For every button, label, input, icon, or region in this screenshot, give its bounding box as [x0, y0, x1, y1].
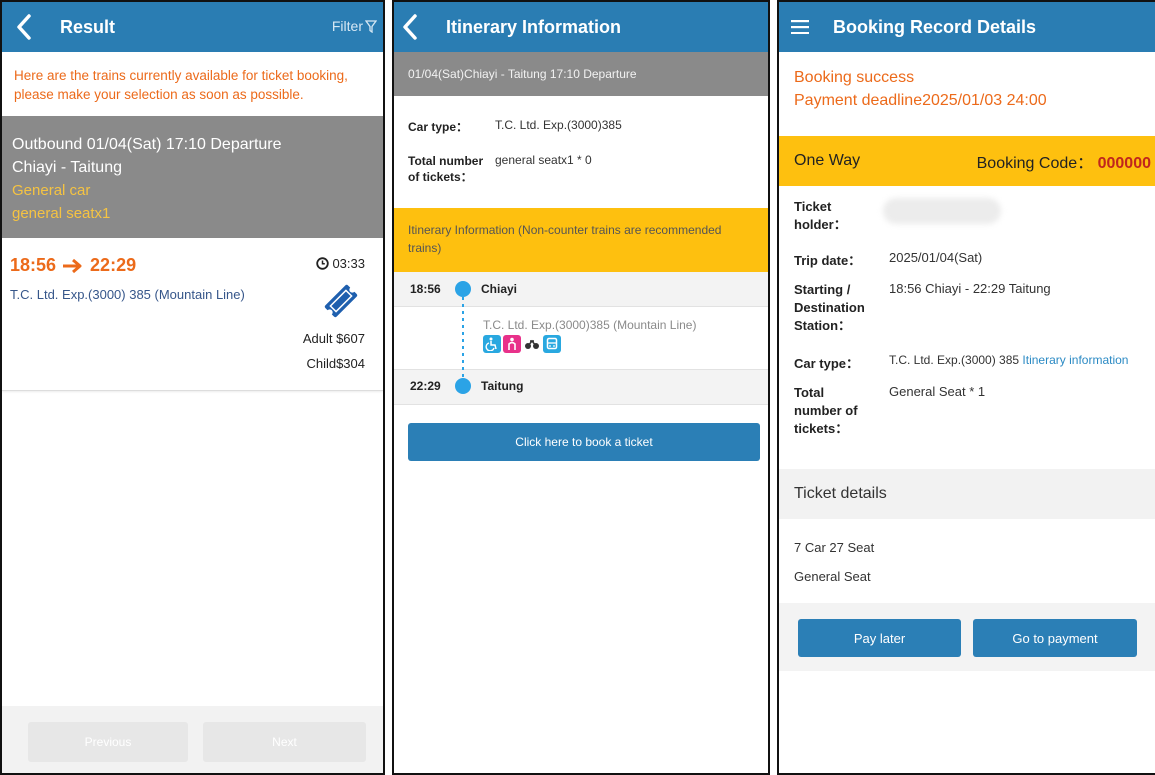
arrow-right-icon: [63, 258, 82, 273]
stop2-name: Taitung: [481, 379, 524, 393]
depart-time: 18:56: [10, 255, 57, 275]
holder-blurred-value: [883, 198, 1001, 224]
itinerary-screen: Itinerary Information 01/04(Sat)Chiayi -…: [392, 0, 770, 775]
trip-date-value: 2025/01/04(Sat): [889, 250, 983, 265]
back-arrow-icon[interactable]: [394, 14, 426, 40]
trip-summary: Outbound 01/04(Sat) 17:10 Departure Chia…: [2, 116, 383, 238]
result-screen: Result Filter Here are the trains curren…: [0, 0, 385, 775]
car-type-label: Car type：: [408, 120, 469, 134]
timeline-line: [455, 281, 471, 394]
page-title: Result: [60, 16, 116, 37]
trip-info: Car type： T.C. Ltd. Exp.(3000)385 Total …: [394, 96, 768, 208]
trip-type: One Way: [794, 152, 861, 169]
pagination-bar: Previous Next: [2, 706, 383, 773]
child-price: Child$304: [306, 356, 365, 371]
clock-icon: [316, 257, 330, 270]
nursing-icon: [503, 335, 521, 353]
seat-type: General Seat: [794, 569, 871, 584]
itinerary-link[interactable]: Itinerary information: [1022, 353, 1128, 367]
trip-date-label: Trip date：: [794, 253, 862, 268]
filter-button[interactable]: Filter: [332, 18, 377, 34]
arrive-time: 22:29: [90, 255, 137, 275]
ticket-icon: [324, 284, 358, 318]
booking-status: Booking success Payment deadline2025/01/…: [779, 52, 1155, 136]
train-description: T.C. Ltd. Exp.(3000)385 (Mountain Line): [483, 318, 697, 332]
train-icon: [543, 335, 561, 353]
filter-label: Filter: [331, 18, 363, 34]
tickets-value: general seatx1 * 0: [495, 153, 592, 167]
page-title: Itinerary Information: [446, 16, 622, 37]
result-header: Result Filter: [2, 2, 383, 52]
seat-count-text: general seatx1: [12, 205, 111, 222]
menu-icon[interactable]: [791, 20, 809, 34]
booking-record-screen: Booking Record Details Booking success P…: [777, 0, 1155, 775]
tickets-label: Total number of tickets：: [408, 154, 484, 184]
recommend-banner: Itinerary Information (Non-counter train…: [394, 208, 768, 272]
stop-row-destination: [394, 369, 768, 405]
deadline-text: Payment deadline2025/01/03 24:00: [794, 92, 1047, 109]
book-ticket-button[interactable]: Click here to book a ticket: [408, 423, 760, 461]
train-name: T.C. Ltd. Exp.(3000) 385 (Mountain Line): [10, 287, 245, 302]
availability-notice: Here are the trains currently available …: [14, 68, 348, 102]
page-title: Booking Record Details: [833, 16, 1037, 37]
wheelchair-icon: [483, 335, 501, 353]
ticket-count-value: General Seat * 1: [889, 384, 986, 399]
go-to-payment-button[interactable]: Go to payment: [973, 619, 1137, 657]
duration: 03:33: [332, 256, 365, 271]
car-type-row: T.C. Ltd. Exp.(3000) 385 Itinerary infor…: [889, 353, 1128, 367]
holder-label: Ticket holder：: [794, 199, 847, 232]
booking-code-value: 000000: [1097, 155, 1151, 172]
next-button[interactable]: Next: [203, 722, 366, 762]
ticket-count-label: Total number of tickets：: [794, 385, 858, 436]
ticket-details-header: Ticket details: [779, 469, 1155, 519]
booking-code-label: Booking Code：: [976, 155, 1094, 172]
filter-icon: [365, 19, 377, 33]
car-type-value: T.C. Ltd. Exp.(3000)385: [495, 118, 622, 132]
facility-icons: [483, 335, 563, 353]
itinerary-timeline: 18:56 Chiayi 22:29 Taitung T.C. Ltd. Exp…: [394, 272, 768, 405]
car-type-label: Car type：: [794, 356, 860, 371]
outbound-text: Outbound 01/04(Sat) 17:10 Departure: [12, 136, 282, 153]
car-class-text: General car: [12, 182, 91, 199]
back-arrow-icon[interactable]: [8, 14, 40, 40]
station-value: 18:56 Chiayi - 22:29 Taitung: [889, 281, 1051, 296]
previous-button[interactable]: Previous: [28, 722, 188, 762]
bicycle-icon: [523, 335, 541, 353]
station-label: Starting / Destination Station：: [794, 282, 865, 333]
train-result-card[interactable]: 18:56 22:29 03:33 T.C. Ltd. Exp.(3000) 3…: [2, 238, 383, 391]
payment-actions: Pay later Go to payment: [779, 603, 1155, 671]
stop1-name: Chiayi: [481, 282, 518, 296]
adult-price: Adult $607: [302, 331, 365, 346]
seat-position: 7 Car 27 Seat: [794, 540, 875, 555]
car-type-value: T.C. Ltd. Exp.(3000) 385: [889, 353, 1020, 367]
route-text: Chiayi - Taitung: [12, 159, 122, 176]
status-text: Booking success: [794, 69, 915, 86]
booking-header: Booking Record Details: [779, 2, 1155, 52]
stop2-time: 22:29: [410, 379, 441, 393]
stop1-time: 18:56: [410, 282, 441, 296]
stop-row-origin: [394, 272, 768, 307]
trip-subheader: 01/04(Sat)Chiayi - Taitung 17:10 Departu…: [394, 52, 768, 96]
booking-code-bar: One Way Booking Code： 000000: [779, 136, 1155, 186]
pay-later-button[interactable]: Pay later: [798, 619, 961, 657]
itinerary-header: Itinerary Information: [394, 2, 768, 52]
